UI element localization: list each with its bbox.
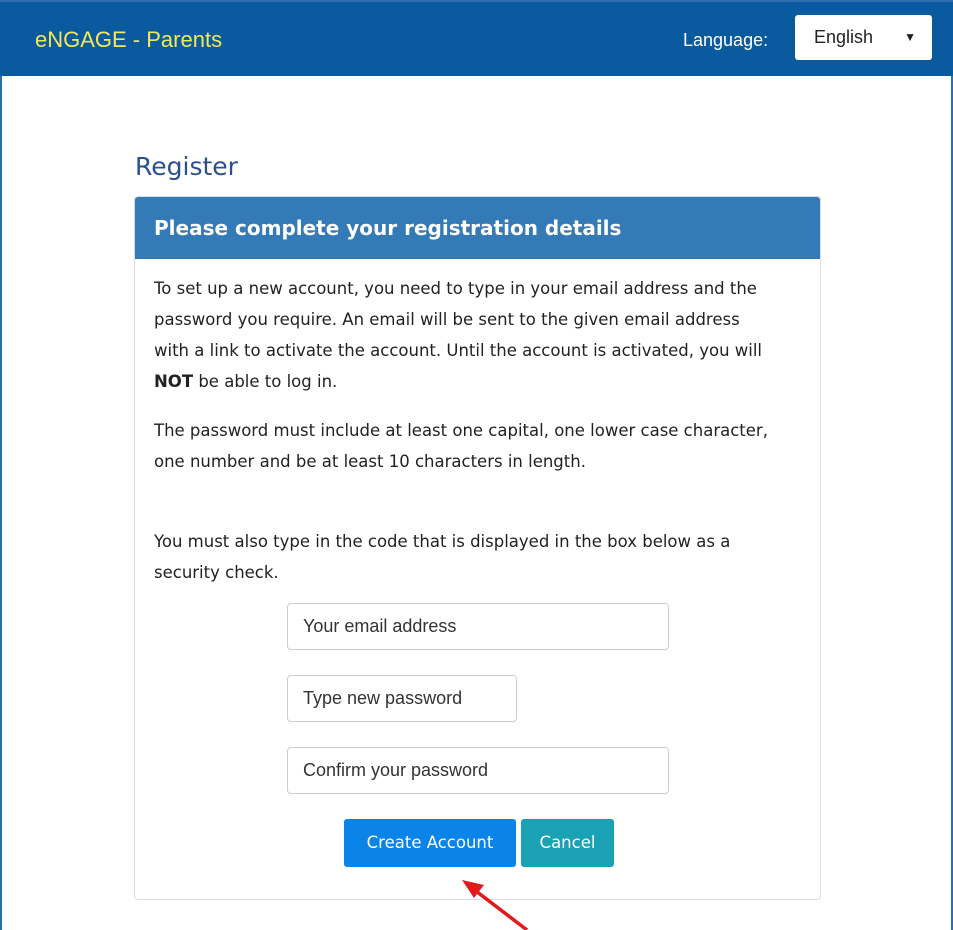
brand-title[interactable]: eNGAGE - Parents	[35, 27, 222, 53]
intro-text-emphasis: NOT	[154, 372, 194, 391]
top-navbar: eNGAGE - Parents Language: English ▼	[0, 0, 953, 76]
intro-text-end: be able to log in.	[193, 372, 338, 391]
new-password-field[interactable]: Type new password	[287, 675, 517, 722]
panel-heading: Please complete your registration detail…	[135, 197, 820, 259]
language-label: Language:	[683, 30, 769, 50]
password-rules-paragraph: The password must include at least one c…	[154, 421, 768, 471]
page-title: Register	[135, 152, 238, 181]
email-field[interactable]: Your email address	[287, 603, 669, 650]
language-selected-value: English	[814, 27, 874, 47]
caret-down-icon: ▼	[904, 30, 916, 44]
confirm-password-field[interactable]: Confirm your password	[287, 747, 669, 794]
security-check-paragraph: You must also type in the code that is d…	[154, 532, 731, 582]
cancel-button[interactable]: Cancel	[521, 819, 614, 867]
intro-text-start: To set up a new account, you need to typ…	[154, 279, 763, 360]
intro-paragraph: To set up a new account, you need to typ…	[154, 273, 774, 397]
language-select[interactable]: English ▼	[795, 15, 932, 60]
registration-panel: Please complete your registration detail…	[134, 196, 821, 900]
create-account-button[interactable]: Create Account	[344, 819, 516, 867]
